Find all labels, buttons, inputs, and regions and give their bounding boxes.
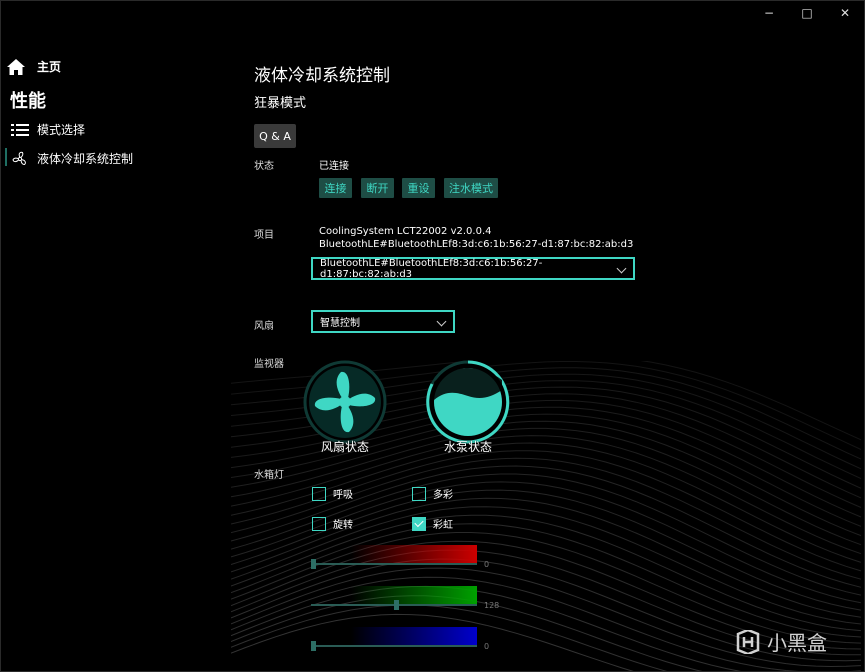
device-select[interactable]: BluetoothLE#BluetoothLEf8:3d:c6:1b:56:27…	[311, 257, 635, 280]
checkbox-box[interactable]	[312, 516, 326, 531]
device-select-value: BluetoothLE#BluetoothLEf8:3d:c6:1b:56:27…	[320, 257, 543, 280]
app-window: − □ ✕ 主页 性能 模式选择 液体冷却系统控制 液体冷却系统控制 狂暴模式 …	[0, 0, 865, 672]
red-gradient	[351, 545, 477, 563]
wave-line	[231, 442, 862, 563]
fan-status-label: 风扇状态	[321, 440, 370, 454]
blue-gradient	[351, 627, 477, 645]
close-button[interactable]: ✕	[826, 1, 864, 25]
sidebar-item-label: 主页	[37, 60, 62, 74]
sidebar-item-label: 液体冷却系统控制	[37, 152, 134, 166]
fan-label: 风扇	[254, 321, 274, 332]
sidebar-item-home[interactable]: 主页	[7, 58, 61, 75]
green-slider-value: 128	[484, 601, 500, 610]
blue-slider-thumb[interactable]	[311, 641, 316, 651]
red-slider-value: 0	[484, 560, 490, 569]
checkbox-box[interactable]	[412, 486, 426, 501]
project-device-address: BluetoothLE#BluetoothLEf8:3d:c6:1b:56:27…	[319, 239, 634, 250]
checkbox-box[interactable]	[312, 486, 326, 501]
monitor-label: 监视器	[254, 359, 284, 370]
project-device-name: CoolingSystem LCT22002 v2.0.0.4	[319, 226, 492, 237]
rotate-checkbox[interactable]: 旋转	[312, 516, 353, 531]
blue-slider-track[interactable]	[311, 645, 477, 647]
reset-button[interactable]: 重设	[402, 178, 435, 198]
page-subtitle: 狂暴模式	[254, 96, 307, 111]
window-controls: − □ ✕	[750, 1, 864, 25]
sidebar-item-label: 模式选择	[37, 123, 86, 137]
pump-gauge	[426, 360, 510, 444]
watermark-logo: 小黑盒	[735, 627, 827, 656]
checkbox-label: 旋转	[333, 520, 353, 531]
connect-button[interactable]: 连接	[319, 178, 352, 198]
watermark-text: 小黑盒	[767, 631, 827, 655]
green-slider-thumb[interactable]	[394, 600, 399, 610]
rainbow-checkbox[interactable]: 彩虹	[412, 516, 453, 531]
list-icon	[11, 123, 29, 136]
breathing-checkbox[interactable]: 呼吸	[312, 486, 353, 501]
status-label: 状态	[254, 161, 274, 172]
red-slider-thumb[interactable]	[311, 559, 316, 569]
status-value: 已连接	[319, 161, 349, 172]
chevron-down-icon	[436, 316, 447, 326]
fan-mode-select-value: 智慧控制	[320, 318, 360, 329]
lights-label: 水箱灯	[254, 470, 284, 481]
page-title: 液体冷却系统控制	[254, 66, 390, 86]
sidebar-item-liquid-cooling[interactable]: 液体冷却系统控制	[4, 148, 134, 167]
fill-mode-button[interactable]: 注水模式	[444, 178, 498, 198]
sidebar: 主页 性能 模式选择 液体冷却系统控制	[1, 1, 231, 671]
checkbox-box-checked[interactable]	[412, 516, 426, 531]
disconnect-button[interactable]: 断开	[361, 178, 394, 198]
fan-icon	[12, 151, 26, 165]
pump-status-label: 水泵状态	[444, 440, 493, 454]
project-label: 项目	[254, 230, 274, 241]
red-slider-track[interactable]	[311, 563, 477, 565]
home-icon	[7, 58, 25, 75]
fan-mode-select[interactable]: 智慧控制	[311, 310, 455, 333]
checkbox-label: 呼吸	[333, 490, 353, 501]
sidebar-header: 性能	[10, 91, 46, 112]
minimize-button[interactable]: −	[750, 1, 788, 25]
blue-slider-value: 0	[484, 642, 490, 651]
multicolor-checkbox[interactable]: 多彩	[412, 486, 453, 501]
green-gradient	[351, 586, 477, 604]
maximize-button[interactable]: □	[788, 1, 826, 25]
checkbox-label: 多彩	[433, 490, 453, 501]
checkbox-label: 彩虹	[433, 520, 453, 531]
fan-gauge	[303, 360, 387, 444]
qa-button[interactable]: Q & A	[254, 124, 296, 148]
sidebar-item-mode-select[interactable]: 模式选择	[11, 121, 85, 138]
heybox-logo-icon	[736, 629, 760, 654]
